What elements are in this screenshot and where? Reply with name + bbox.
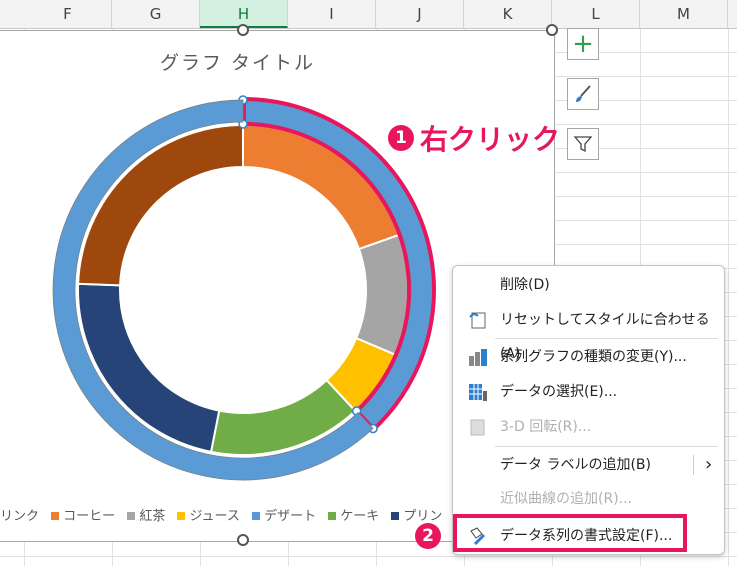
doughnut-segment[interactable] (77, 123, 244, 287)
chart-filters-button[interactable] (567, 128, 599, 160)
menu-item-delete[interactable]: 削除(D) (453, 268, 724, 302)
step-badge: 1 (388, 125, 414, 151)
menu-item-add-data-labels[interactable]: データ ラベルの追加(B) › (453, 448, 724, 482)
select-data-icon (469, 384, 487, 401)
chart-resize-handle[interactable] (546, 24, 558, 36)
legend-swatch (328, 512, 337, 520)
doughnut-segment[interactable] (354, 233, 409, 356)
legend-item: 紅茶 (139, 509, 166, 524)
step-badge: 2 (415, 523, 441, 549)
menu-separator (495, 338, 718, 339)
menu-item-reset-style[interactable]: リセットしてスタイルに合わせる(A) (453, 303, 724, 362)
menu-item-select-data[interactable]: データの選択(E)... (453, 375, 724, 409)
menu-label: 近似曲線の追加(R)... (500, 491, 633, 507)
chart-styles-button[interactable] (567, 78, 599, 110)
menu-label: データの選択(E)... (500, 384, 618, 400)
context-menu: 削除(D) リセットしてスタイルに合わせる(A) 系列グラフの種類の変更(Y).… (452, 265, 725, 555)
chart-type-icon (469, 349, 487, 366)
legend-swatch (127, 512, 136, 520)
menu-item-change-chart-type[interactable]: 系列グラフの種類の変更(Y)... (453, 340, 724, 374)
plus-icon: + (572, 29, 594, 59)
annotation-text: 右クリック (420, 123, 561, 156)
reset-style-icon (469, 312, 486, 329)
legend-swatch (391, 512, 400, 520)
menu-item-add-trendline[interactable]: 近似曲線の追加(R)... (453, 482, 724, 516)
3d-rotation-icon (470, 419, 485, 436)
legend-item: デザート (264, 509, 317, 524)
menu-label: 3-D 回転(R)... (500, 419, 592, 435)
annotation-step1: 1 右クリック (388, 118, 560, 158)
highlight-box (453, 514, 687, 552)
menu-item-3d-rotation[interactable]: 3-D 回転(R)... (453, 410, 724, 444)
chevron-right-icon[interactable]: › (705, 448, 712, 482)
legend-swatch (177, 512, 186, 520)
chart-resize-handle[interactable] (237, 534, 249, 546)
menu-label: データ ラベルの追加(B) (500, 457, 651, 473)
menu-label: 削除(D) (500, 277, 550, 293)
legend-item: ケーキ (340, 509, 380, 524)
legend-swatch (252, 512, 261, 520)
filter-icon (573, 136, 593, 153)
legend-item: ジュース (189, 509, 240, 524)
legend-swatch (51, 512, 60, 520)
annotation-step2: 2 (415, 523, 447, 549)
chart-resize-handle[interactable] (237, 24, 249, 36)
chart-elements-button[interactable]: + (567, 28, 599, 60)
doughnut-segment[interactable] (77, 282, 221, 454)
menu-separator (495, 446, 718, 447)
brush-icon (576, 85, 591, 102)
legend-item: リンク (0, 509, 40, 524)
chart-legend[interactable]: リンク コーヒー 紅茶 ジュース デザート ケーキ プリン (0, 505, 442, 524)
legend-item: コーヒー (63, 509, 116, 524)
legend-item: プリン (403, 509, 443, 524)
menu-label: 系列グラフの種類の変更(Y)... (500, 349, 687, 365)
